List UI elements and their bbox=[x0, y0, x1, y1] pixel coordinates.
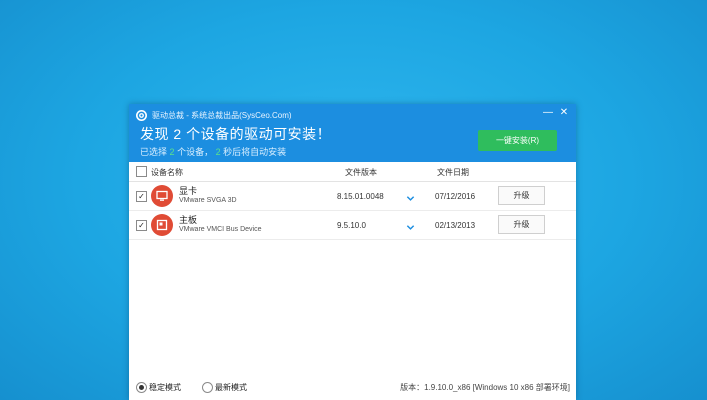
device-name: 主板 bbox=[179, 215, 198, 225]
auto-install-status: 已选择 2 个设备， 2 秒后将自动安装 bbox=[140, 145, 286, 158]
chevron-down-icon[interactable] bbox=[406, 219, 415, 237]
monitor-icon bbox=[151, 185, 173, 207]
close-button[interactable]: ✕ bbox=[556, 106, 572, 120]
table-row: ✓ 显卡 VMware SVGA 3D 8.15.01.0048 07/12/2… bbox=[129, 182, 576, 211]
latest-mode-label[interactable]: 最新模式 bbox=[215, 382, 247, 393]
title-bar: 驱动总裁 - 系统总裁出品(SysCeo.Com) bbox=[136, 108, 292, 122]
status-footer: 稳定模式 最新模式 版本：1.9.10.0_x86 [Windows 10 x8… bbox=[129, 374, 576, 400]
countdown-seconds: 2 bbox=[215, 147, 221, 157]
window-title: 驱动总裁 - 系统总裁出品(SysCeo.Com) bbox=[152, 110, 292, 120]
app-logo-icon bbox=[136, 109, 147, 121]
table-header: 设备名称 文件版本 文件日期 bbox=[129, 162, 576, 182]
upgrade-button[interactable]: 升级 bbox=[498, 186, 545, 205]
version-info: 版本：1.9.10.0_x86 [Windows 10 x86 部署环境] bbox=[400, 383, 570, 392]
selected-prefix: 已选择 bbox=[140, 147, 168, 157]
select-all-checkbox[interactable] bbox=[136, 166, 147, 177]
selected-count: 2 bbox=[169, 147, 175, 157]
file-version: 9.5.10.0 bbox=[337, 221, 366, 230]
column-file-version: 文件版本 bbox=[345, 168, 377, 177]
stable-mode-radio[interactable] bbox=[136, 382, 147, 393]
one-click-install-button[interactable]: 一键安装(R) bbox=[478, 130, 557, 151]
motherboard-icon bbox=[151, 214, 173, 236]
driver-window: 驱动总裁 - 系统总裁出品(SysCeo.Com) — ✕ 发现 2 个设备的驱… bbox=[129, 104, 576, 400]
file-version: 8.15.01.0048 bbox=[337, 192, 384, 201]
window-controls: — ✕ bbox=[540, 106, 572, 120]
device-description: VMware SVGA 3D bbox=[179, 197, 237, 204]
table-row: ✓ 主板 VMware VMCI Bus Device 9.5.10.0 02/… bbox=[129, 211, 576, 240]
stable-mode-label[interactable]: 稳定模式 bbox=[149, 382, 181, 393]
latest-mode-radio[interactable] bbox=[202, 382, 213, 393]
row-checkbox[interactable]: ✓ bbox=[136, 191, 147, 202]
radio-selected-dot bbox=[139, 385, 144, 390]
column-file-date: 文件日期 bbox=[437, 168, 469, 177]
selected-suffix: 个设备， bbox=[177, 147, 214, 157]
column-device-name: 设备名称 bbox=[151, 168, 183, 177]
upgrade-button[interactable]: 升级 bbox=[498, 215, 545, 234]
countdown-suffix: 秒后将自动安装 bbox=[223, 147, 287, 157]
device-name: 显卡 bbox=[179, 186, 198, 196]
file-date: 07/12/2016 bbox=[435, 192, 476, 201]
found-devices-headline: 发现 2 个设备的驱动可安装！ bbox=[140, 126, 332, 142]
window-header: 驱动总裁 - 系统总裁出品(SysCeo.Com) — ✕ 发现 2 个设备的驱… bbox=[129, 104, 576, 162]
chevron-down-icon[interactable] bbox=[406, 190, 415, 208]
file-date: 02/13/2013 bbox=[435, 221, 476, 230]
row-checkbox[interactable]: ✓ bbox=[136, 220, 147, 231]
minimize-button[interactable]: — bbox=[540, 106, 556, 120]
device-description: VMware VMCI Bus Device bbox=[179, 226, 262, 233]
